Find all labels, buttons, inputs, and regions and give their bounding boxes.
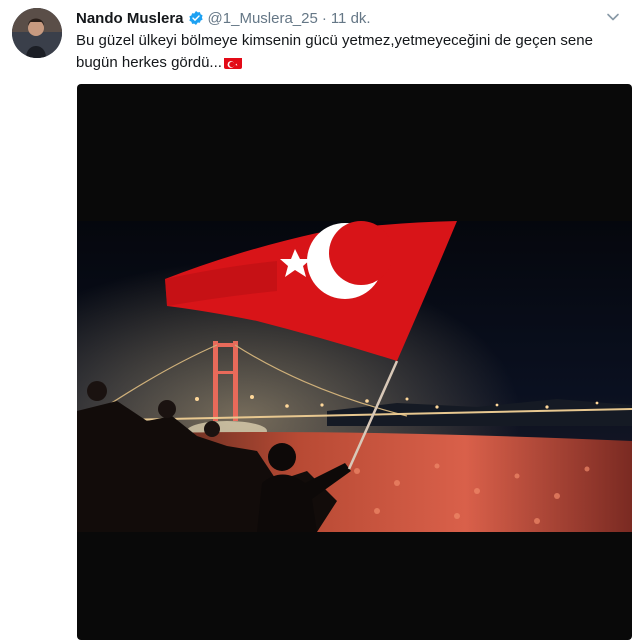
flag-bridge-photo	[77, 221, 632, 532]
tweet-text: Bu güzel ülkeyi bölmeye kimsenin gücü ye…	[76, 30, 616, 74]
author-name[interactable]: Nando Muslera	[76, 10, 184, 27]
author-handle[interactable]: @1_Muslera_25	[208, 10, 318, 27]
verified-badge-icon	[188, 10, 204, 26]
tweet-text-content: Bu güzel ülkeyi bölmeye kimsenin gücü ye…	[76, 32, 593, 71]
timestamp[interactable]: 11 dk.	[331, 10, 371, 27]
avatar[interactable]	[12, 8, 62, 58]
avatar-photo	[12, 8, 62, 58]
chevron-down-icon[interactable]	[606, 10, 620, 24]
turkish-flag-icon	[223, 56, 242, 69]
tweet[interactable]: Nando Muslera @1_Muslera_25 · 11 dk. Bu …	[0, 0, 632, 640]
tweet-header: Nando Muslera @1_Muslera_25 · 11 dk.	[76, 8, 371, 28]
separator-dot: ·	[321, 9, 327, 27]
tweet-media[interactable]	[77, 84, 632, 640]
